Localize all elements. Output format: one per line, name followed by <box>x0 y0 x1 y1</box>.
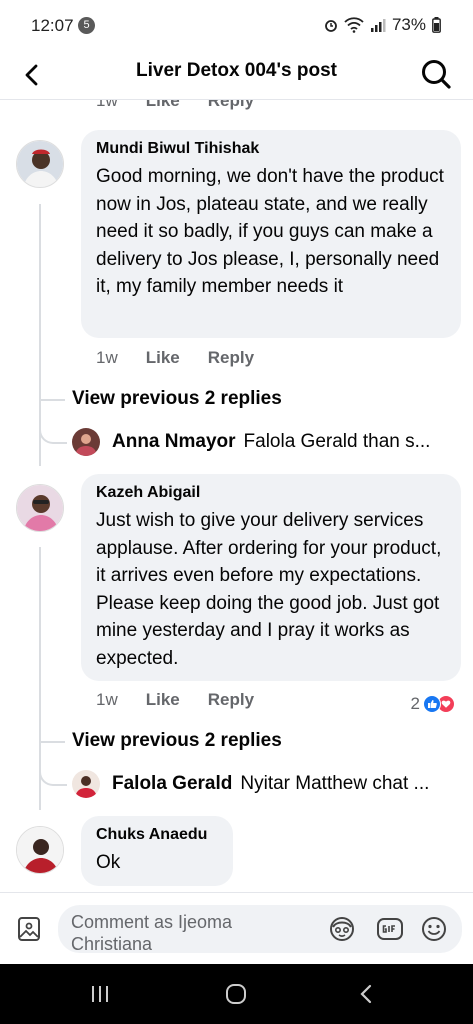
like-button[interactable]: Like <box>146 348 180 368</box>
like-button[interactable]: Like <box>146 690 180 710</box>
thread-curve <box>39 410 67 444</box>
comment-time: 1w <box>96 690 118 709</box>
thread-branch <box>39 399 65 401</box>
like-reaction-icon <box>423 695 441 713</box>
back-nav-icon <box>360 984 372 1004</box>
view-previous-replies-link[interactable]: View previous 2 replies <box>72 388 282 410</box>
comment-text: Ok <box>96 852 121 873</box>
latest-reply[interactable]: Falola Gerald Nyitar Matthew chat ... <box>72 770 462 798</box>
comment-author[interactable]: Kazeh Abigail <box>96 484 445 502</box>
thread-branch <box>39 741 65 743</box>
photo-icon <box>18 917 40 941</box>
home-button[interactable] <box>216 978 256 1010</box>
comment-meta: 1w Like Reply <box>96 690 282 710</box>
comment-bubble[interactable]: Chuks Anaedu Ok <box>81 816 233 886</box>
view-previous-replies-link[interactable]: View previous 2 replies <box>72 730 282 752</box>
avatar-sticker-icon <box>330 917 354 941</box>
recent-apps-button[interactable] <box>80 978 120 1010</box>
page-title: Liver Detox 004's post <box>136 60 337 81</box>
gif-button[interactable] <box>376 915 404 943</box>
photo-button[interactable] <box>16 916 44 944</box>
battery-icon <box>432 17 441 33</box>
reply-button[interactable]: Reply <box>208 690 254 710</box>
comment-meta: 1w Like Reply <box>96 348 282 368</box>
emoji-button[interactable] <box>420 915 448 943</box>
reply-button[interactable]: Reply <box>208 348 254 368</box>
latest-reply[interactable]: Anna Nmayor Falola Gerald than s... <box>72 428 462 456</box>
system-nav-bar <box>0 964 473 1024</box>
comment-composer: Comment as Ijeoma Christiana <box>0 892 473 964</box>
reply-text: Nyitar Matthew chat ... <box>240 773 430 794</box>
comment-author[interactable]: Mundi Biwul Tihishak <box>96 140 445 158</box>
comment-time: 1w <box>96 348 118 367</box>
avatar[interactable] <box>72 428 100 456</box>
home-icon <box>226 984 246 1004</box>
comment-text: Just wish to give your delivery services… <box>96 510 442 669</box>
notification-count-badge: 5 <box>78 17 95 34</box>
comment-bubble[interactable]: Kazeh Abigail Just wish to give your del… <box>81 474 461 681</box>
search-button[interactable] <box>417 55 455 93</box>
signal-icon <box>370 19 386 32</box>
gif-icon <box>377 918 403 940</box>
comment-time: 1w <box>96 100 118 110</box>
like-button[interactable]: Like <box>146 100 180 111</box>
comment-placeholder: Comment as Ijeoma Christiana <box>71 912 233 953</box>
reply-author[interactable]: Falola Gerald <box>112 773 232 795</box>
avatar[interactable] <box>16 484 64 532</box>
avatar[interactable] <box>72 770 100 798</box>
status-icons: 73% <box>324 15 441 35</box>
thread-curve <box>39 752 67 786</box>
wifi-icon <box>344 17 364 33</box>
back-nav-button[interactable] <box>346 978 386 1010</box>
status-bar: 12:07 5 73% <box>0 0 473 50</box>
reply-button[interactable]: Reply <box>208 100 254 111</box>
battery-percent: 73% <box>391 15 426 34</box>
status-time: 12:07 <box>31 16 74 35</box>
comment-text: Good morning, we don't have the product … <box>96 166 444 297</box>
comment-bubble[interactable]: Mundi Biwul Tihishak Good morning, we do… <box>81 130 461 338</box>
emoji-icon <box>422 917 446 941</box>
reaction-count: 2 <box>410 694 420 713</box>
comments-feed[interactable]: 1w Like Reply Mundi Biwul Tihishak Good … <box>0 100 473 892</box>
reply-author[interactable]: Anna Nmayor <box>112 431 236 453</box>
recent-apps-icon <box>92 986 108 1002</box>
comment-input[interactable]: Comment as Ijeoma Christiana <box>58 905 462 953</box>
reactions-summary[interactable]: 2 <box>411 694 455 714</box>
alarm-icon <box>325 20 337 32</box>
post-header: Liver Detox 004's post <box>0 50 473 100</box>
search-icon <box>422 60 451 89</box>
reply-text: Falola Gerald than s... <box>243 431 431 452</box>
avatar-sticker-button[interactable] <box>328 915 356 943</box>
avatar[interactable] <box>16 140 64 188</box>
previous-comment-meta: 1w Like Reply <box>96 100 282 111</box>
comment-author[interactable]: Chuks Anaedu <box>96 826 217 844</box>
avatar[interactable] <box>16 826 64 874</box>
